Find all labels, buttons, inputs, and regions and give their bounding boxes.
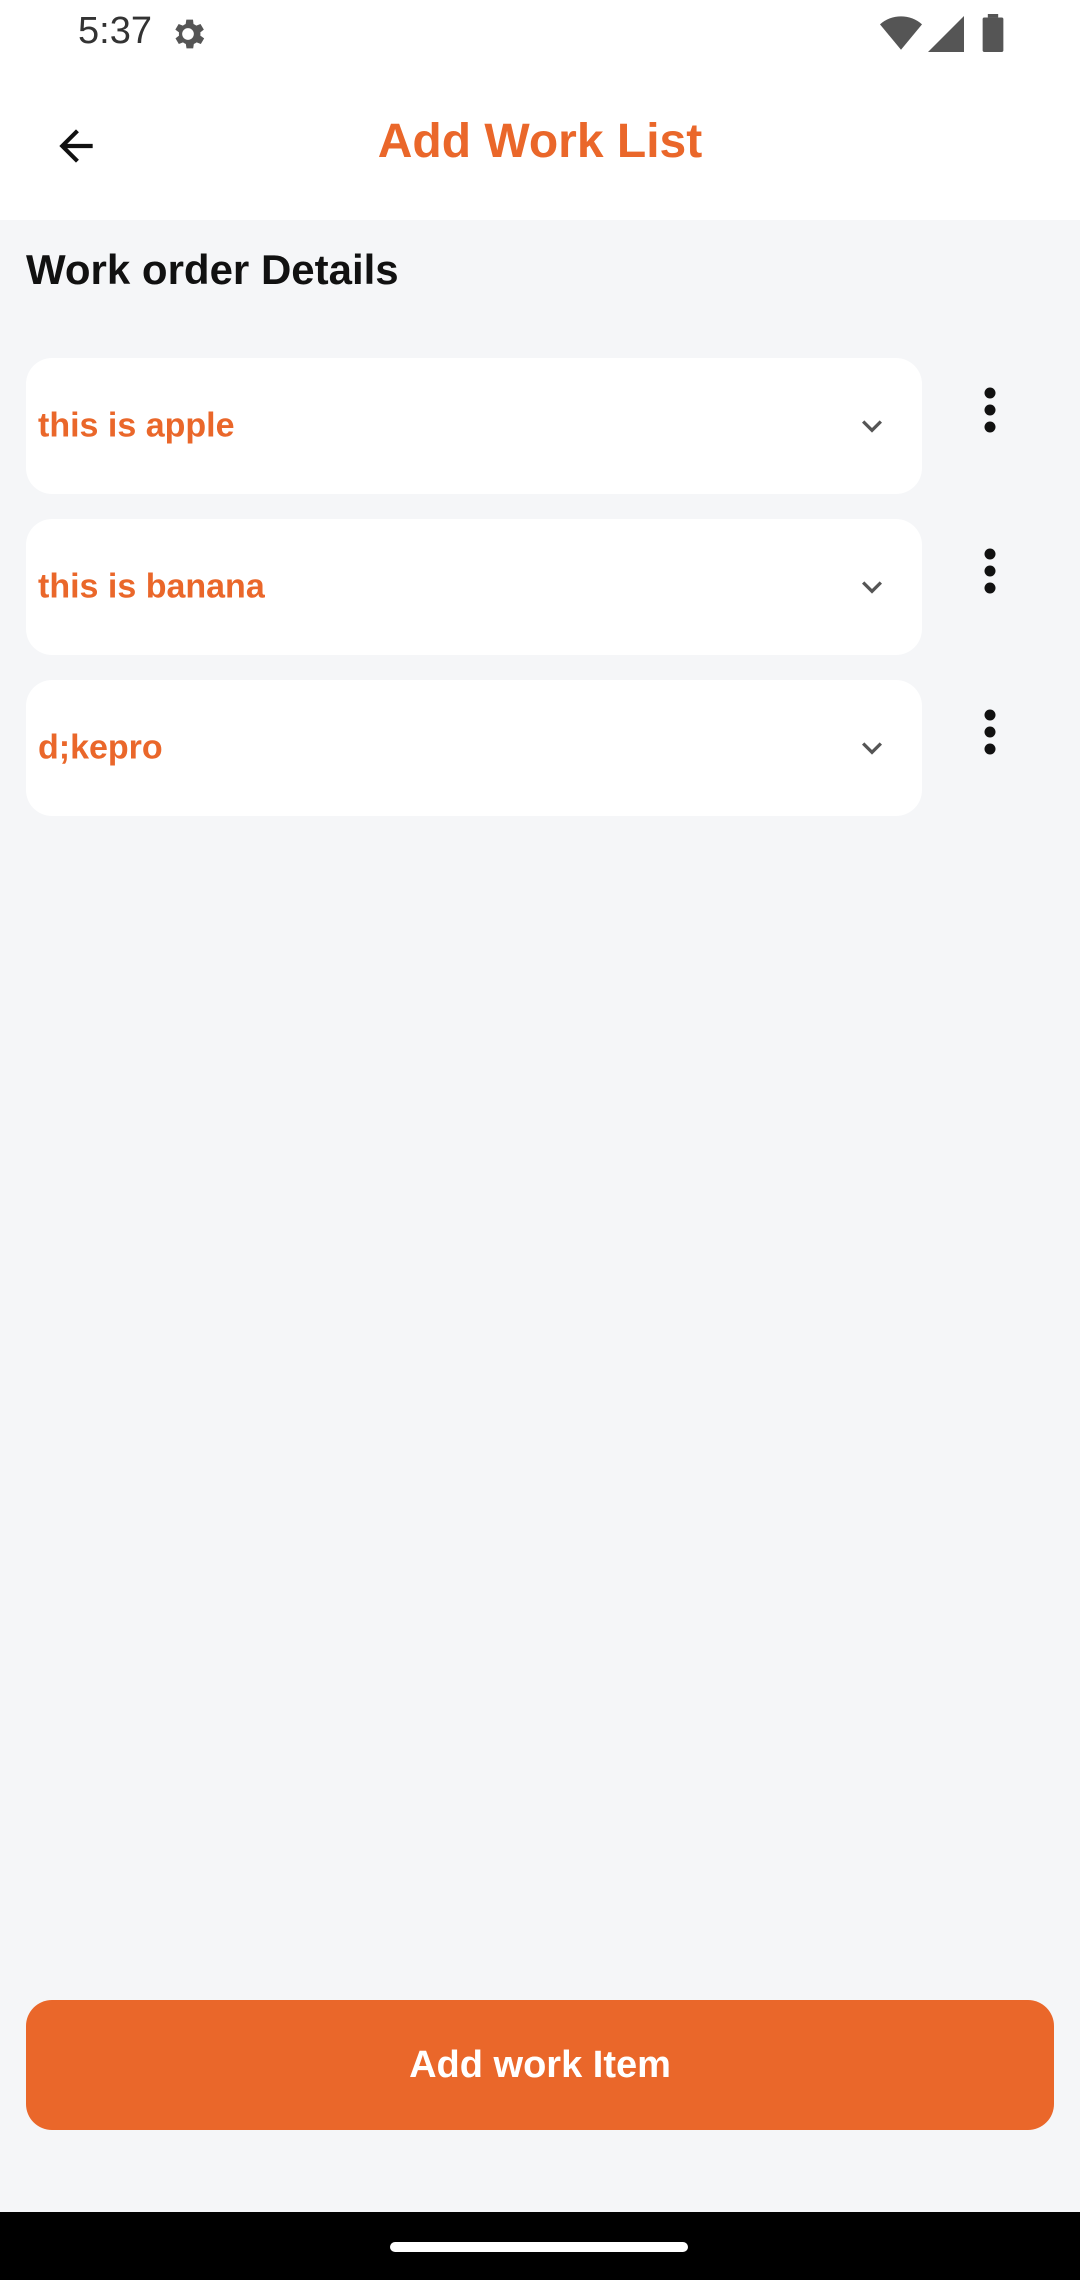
work-item-label: this is apple xyxy=(38,406,235,445)
work-item-dropdown[interactable]: this is banana xyxy=(26,519,922,655)
work-item-dropdown[interactable]: this is apple xyxy=(26,358,922,494)
more-options-button[interactable] xyxy=(960,541,1020,601)
chevron-down-icon xyxy=(862,742,882,755)
work-item-row: d;kepro xyxy=(26,680,1056,816)
navigation-bar xyxy=(0,2212,1080,2280)
status-bar: 5:37 xyxy=(0,0,1080,70)
work-item-row: this is apple xyxy=(26,358,1056,494)
chevron-down-icon xyxy=(862,420,882,433)
wifi-icon xyxy=(880,16,922,50)
more-options-button[interactable] xyxy=(960,380,1020,440)
more-options-button[interactable] xyxy=(960,702,1020,762)
more-vert-icon xyxy=(984,548,996,594)
chevron-down-icon xyxy=(862,581,882,594)
battery-icon xyxy=(982,14,1004,52)
signal-icon xyxy=(928,16,964,52)
add-work-item-button[interactable]: Add work Item xyxy=(26,2000,1054,2130)
work-item-row: this is banana xyxy=(26,519,1056,655)
page-title: Add Work List xyxy=(377,115,703,168)
settings-icon xyxy=(175,19,205,49)
more-vert-icon xyxy=(984,709,996,755)
section-title: Work order Details xyxy=(26,246,399,293)
app-bar: Add Work List xyxy=(0,70,1080,220)
work-item-label: d;kepro xyxy=(38,728,163,767)
more-vert-icon xyxy=(984,387,996,433)
home-handle[interactable] xyxy=(390,2242,688,2252)
work-item-dropdown[interactable]: d;kepro xyxy=(26,680,922,816)
status-time: 5:37 xyxy=(78,10,152,52)
work-item-label: this is banana xyxy=(38,567,265,606)
